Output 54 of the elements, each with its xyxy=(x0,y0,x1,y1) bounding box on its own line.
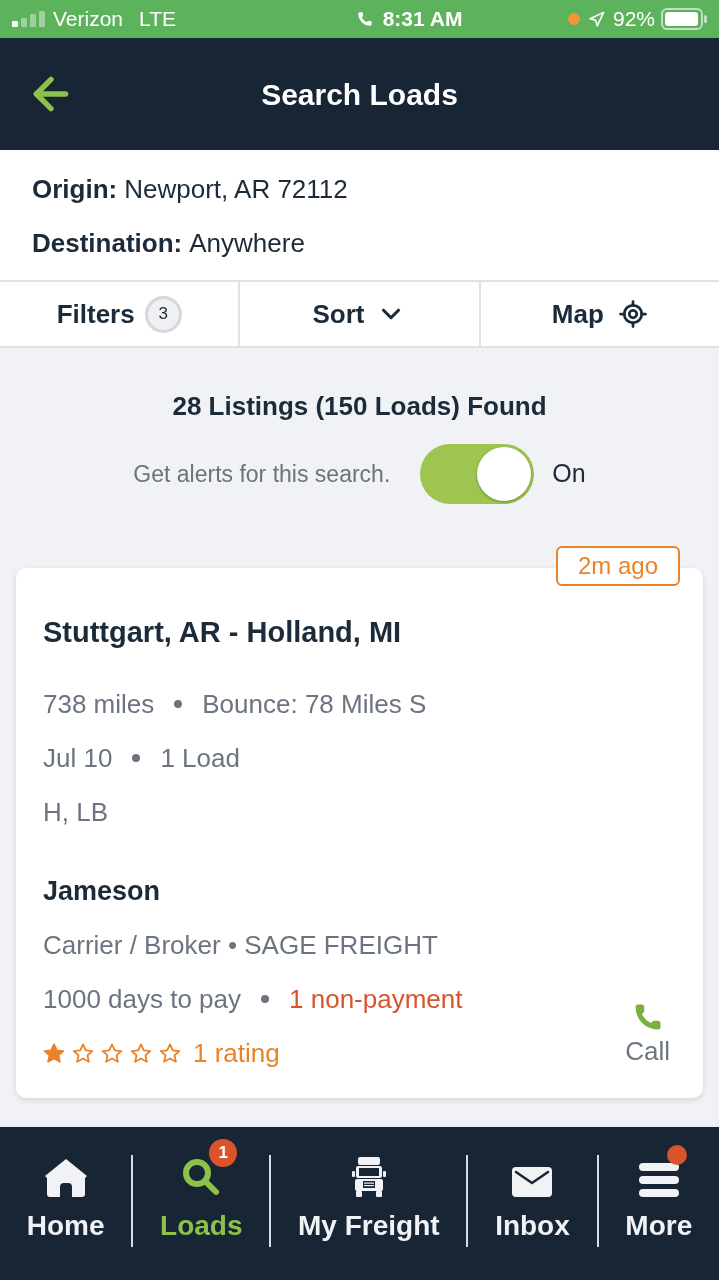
tab-bar-item[interactable]: Home xyxy=(0,1127,132,1247)
contact-name: Jameson xyxy=(43,874,161,908)
menu-icon xyxy=(638,1163,679,1197)
empty-star-icon xyxy=(159,1042,181,1064)
mail-icon xyxy=(512,1167,553,1197)
notification-badge: 1 xyxy=(209,1139,238,1167)
age-tag: 2m ago xyxy=(555,546,680,586)
field-label: Origin: xyxy=(32,173,118,206)
empty-star-icon xyxy=(130,1042,152,1064)
phone-icon xyxy=(356,11,373,27)
page-title: Search Loads xyxy=(260,76,459,113)
listing-detail: 1 Load xyxy=(160,741,240,775)
battery-icon xyxy=(661,8,707,30)
crosshair-icon xyxy=(617,299,648,329)
tab-bar-item[interactable]: More xyxy=(598,1127,719,1247)
rating-count: 1 rating xyxy=(193,1036,280,1070)
sort-label: Sort xyxy=(312,297,365,331)
filters-label: Filters xyxy=(56,297,135,331)
alert-state: On xyxy=(552,458,586,490)
empty-star-icon xyxy=(101,1042,123,1064)
search-icon xyxy=(181,1157,222,1197)
field-value: Newport, AR 72112 xyxy=(124,173,348,206)
location-arrow-icon xyxy=(587,10,605,28)
payment-terms: 1000 days to pay xyxy=(43,982,242,1016)
listing-detail: Bounce: 78 Miles S xyxy=(202,687,427,721)
filter-count: 3 xyxy=(144,295,182,333)
network-type: LTE xyxy=(139,6,176,33)
alert-toggle[interactable] xyxy=(420,444,535,504)
clock-time: 8:31 AM xyxy=(382,6,463,33)
call-button[interactable]: Call xyxy=(625,1002,670,1066)
listing-detail: 738 miles xyxy=(43,687,155,721)
signal-icon xyxy=(12,11,45,27)
empty-star-icon xyxy=(72,1042,94,1064)
tab-bar-item[interactable]: Inbox xyxy=(468,1127,597,1247)
tab-bar-item[interactable]: 1 Loads xyxy=(133,1127,270,1247)
listing-detail: Jul 10 xyxy=(43,741,113,775)
listing-detail: H, LB xyxy=(43,795,109,829)
sort-button[interactable]: Sort xyxy=(238,282,479,346)
field-label: Destination: xyxy=(32,227,183,260)
map-label: Map xyxy=(551,297,604,331)
field-value: Anywhere xyxy=(189,227,305,260)
non-payment-count: 1 non-payment xyxy=(289,982,463,1016)
filters-button[interactable]: Filters 3 xyxy=(0,282,239,346)
tab-bar-item[interactable]: My Freight xyxy=(271,1127,467,1247)
route-title: Stuttgart, AR - Holland, MI xyxy=(43,615,403,650)
map-button[interactable]: Map xyxy=(478,282,719,346)
filled-star-icon xyxy=(43,1042,65,1064)
alert-label: Get alerts for this search. xyxy=(133,459,391,489)
truck-front-icon xyxy=(351,1157,386,1197)
home-icon xyxy=(44,1159,87,1197)
battery-percent: 92% xyxy=(612,6,655,33)
carrier-name: Verizon xyxy=(53,6,124,33)
results-count: 28 Listings (150 Loads) Found xyxy=(172,390,547,423)
company-info: Carrier / Broker • SAGE FREIGHT xyxy=(43,928,438,962)
